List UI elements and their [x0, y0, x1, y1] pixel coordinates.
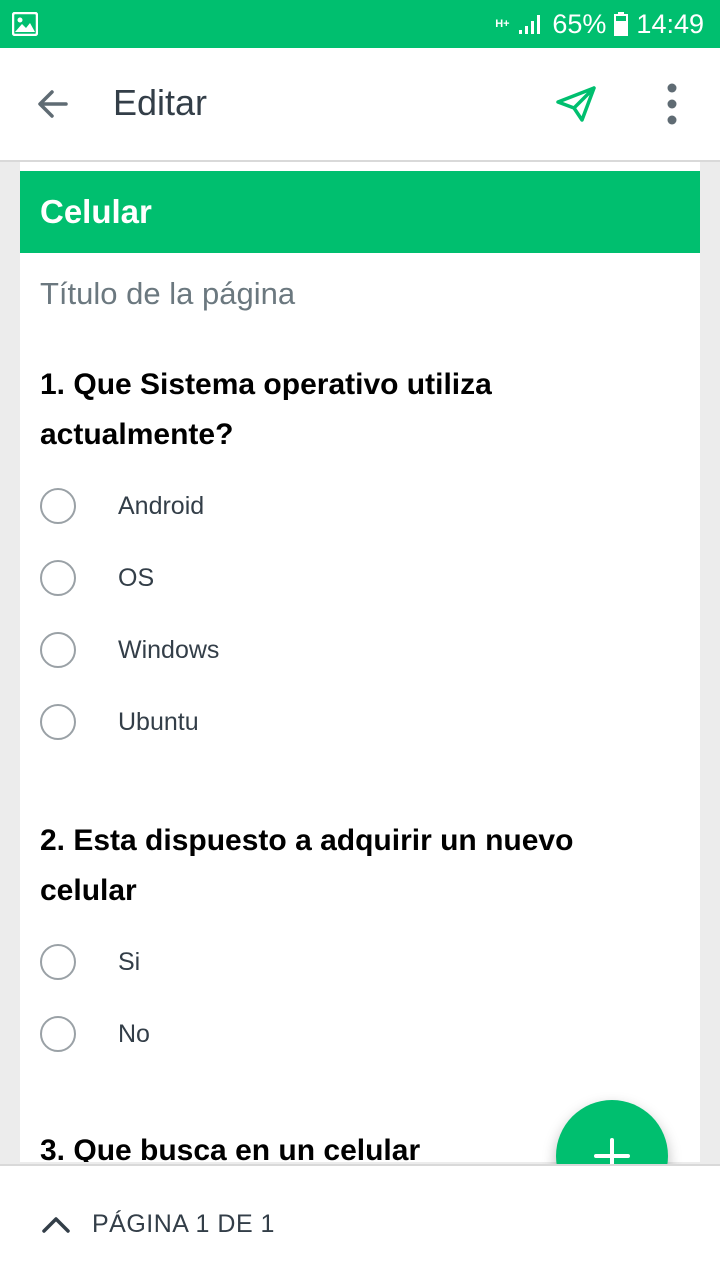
radio-button[interactable] — [40, 560, 76, 596]
option-label: Si — [118, 947, 141, 976]
app-bar: Editar — [0, 48, 720, 162]
survey-page-card: Celular Título de la página 1. Que Siste… — [20, 162, 700, 1162]
radio-button[interactable] — [40, 488, 76, 524]
page-title: Editar — [113, 82, 208, 123]
radio-button[interactable] — [40, 1016, 76, 1052]
radio-option[interactable]: Windows — [40, 630, 219, 670]
question-title[interactable]: 1. Que Sistema operativo utiliza actualm… — [40, 360, 640, 460]
page-header[interactable]: Celular — [20, 171, 700, 253]
clock: 14:49 — [636, 8, 704, 39]
radio-option[interactable]: Android — [40, 486, 204, 526]
radio-option[interactable]: No — [40, 1014, 150, 1054]
battery-icon — [614, 12, 629, 36]
back-arrow-icon[interactable] — [30, 82, 82, 126]
signal-icon — [519, 15, 541, 34]
question-title[interactable]: 3. Que busca en un celular — [40, 1126, 640, 1162]
radio-button[interactable] — [40, 632, 76, 668]
option-label: No — [118, 1019, 150, 1048]
option-label: OS — [118, 563, 155, 592]
page-navigator[interactable]: PÁGINA 1 DE 1 — [0, 1164, 720, 1282]
chevron-up-icon — [42, 1217, 70, 1233]
more-vert-icon[interactable] — [652, 78, 692, 130]
page-header-title: Celular — [40, 193, 152, 230]
radio-option[interactable]: Si — [40, 942, 140, 982]
network-type: H+ — [495, 18, 510, 30]
battery-percent: 65% — [552, 8, 607, 39]
image-icon — [12, 12, 38, 36]
radio-button[interactable] — [40, 704, 76, 740]
option-label: Ubuntu — [118, 707, 199, 736]
status-bar: H+ 65% 14:49 — [0, 0, 720, 48]
option-label: Windows — [118, 635, 220, 664]
page-title-field[interactable]: Título de la página — [40, 276, 295, 312]
page-indicator: PÁGINA 1 DE 1 — [92, 1210, 275, 1238]
radio-option[interactable]: OS — [40, 558, 154, 598]
radio-option[interactable]: Ubuntu — [40, 702, 199, 742]
send-icon[interactable] — [552, 80, 600, 128]
radio-button[interactable] — [40, 944, 76, 980]
option-label: Android — [118, 491, 205, 520]
question-title[interactable]: 2. Esta dispuesto a adquirir un nuevo ce… — [40, 816, 640, 916]
